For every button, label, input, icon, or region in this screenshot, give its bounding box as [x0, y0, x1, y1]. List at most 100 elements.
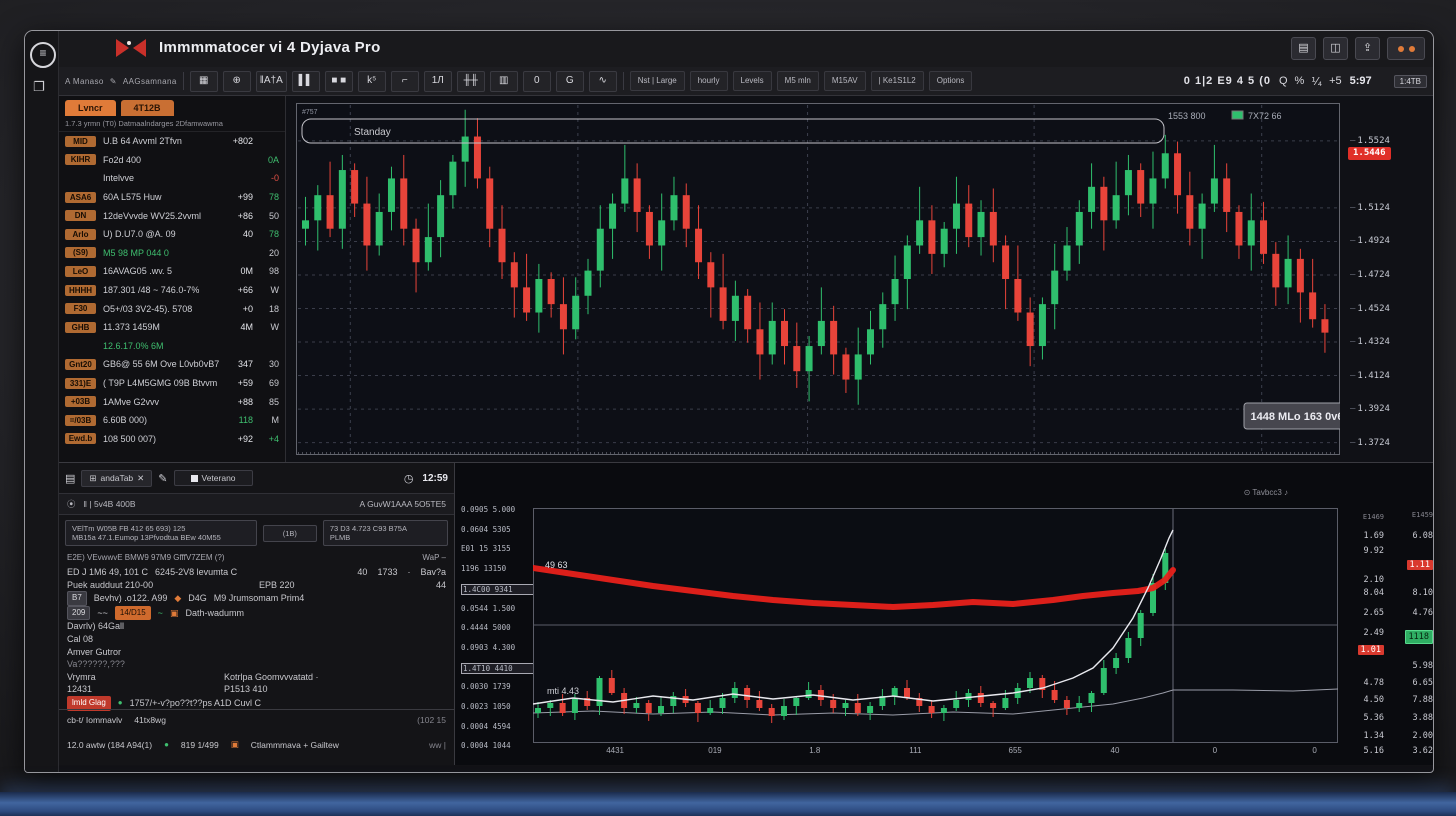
column1-value: E1469 — [1363, 513, 1384, 521]
text-segment: Amver Gutror — [67, 646, 121, 659]
toolbar-right-icon[interactable]: +5 — [1329, 75, 1342, 88]
terminal-row[interactable]: ED J 1M6 49, 101 C6245-2V8 levumta C4017… — [67, 566, 446, 579]
ask-value: 50 — [253, 211, 279, 221]
terminal-header-boxes: VElTm W05B FB 412 65 693) 125 MB15a 47.1… — [59, 515, 454, 551]
radio-icon[interactable]: ⦿ — [67, 498, 76, 510]
row-right-values: 44 — [436, 579, 446, 592]
terminal-row[interactable]: Puek audduut 210-00EPB 22044 — [67, 579, 446, 592]
indicator-bottom-label: 40 — [1111, 746, 1120, 755]
toolbar-right-icon[interactable]: Q — [1279, 75, 1288, 88]
terminal-row[interactable]: 209~~14/D15~▣Dath-wadumm — [67, 606, 446, 621]
status-right: ww | — [429, 740, 446, 750]
close-dot-icon[interactable] — [1409, 46, 1415, 52]
toolbar-icon[interactable]: k⁵ — [358, 71, 386, 92]
toolbar-icon[interactable]: ∿ — [589, 71, 617, 92]
toolbar-button[interactable]: Options — [929, 71, 973, 91]
pencil-icon[interactable]: ✎ — [110, 77, 117, 86]
toolbar-icon[interactable]: ▦ — [190, 71, 218, 92]
pencil-icon[interactable]: ✎ — [158, 472, 167, 485]
terminal-row[interactable]: 12431P1513 410 — [67, 683, 446, 696]
toolbar-button[interactable]: hourly — [690, 71, 728, 91]
market-row[interactable]: Gnt20GB6@ 55 6M Ove L0vb0vB734730 — [59, 355, 285, 374]
terminal-row[interactable]: Va??????,??? — [67, 658, 446, 671]
scale-badge[interactable]: 1:4TB — [1394, 75, 1427, 88]
terminal-row[interactable]: Cal 08 — [67, 633, 446, 646]
veterano-button[interactable]: Veterano — [174, 470, 253, 486]
toolbar-icon[interactable]: ⊕ — [223, 71, 251, 92]
market-row[interactable]: Ewd.b108 500 007)+92+4 — [59, 430, 285, 449]
toolbar-button[interactable]: | Ke1S1L2 — [871, 71, 924, 91]
terminal-row[interactable]: Amver Gutror — [67, 646, 446, 659]
indicator-axis-label: E01 15 3155 — [461, 544, 531, 553]
toolbar-icon[interactable]: G — [556, 71, 584, 92]
orders-header-box[interactable]: VElTm W05B FB 412 65 693) 125 MB15a 47.1… — [65, 520, 257, 546]
menu-icon[interactable]: ≡ — [30, 42, 56, 68]
ask-value: W — [253, 285, 279, 295]
market-row[interactable]: =/03B6.60B 000)118M — [59, 411, 285, 430]
market-row[interactable]: ASA660A L575 Huw+9978 — [59, 188, 285, 207]
toolbar-icon[interactable]: ▥ — [490, 71, 518, 92]
svg-text:7X72 66: 7X72 66 — [1248, 111, 1282, 121]
tab-tick-chart[interactable]: 4T12B — [121, 100, 174, 116]
market-row[interactable]: LeO16AVAG05 .wv. 50M98 — [59, 262, 285, 281]
market-row[interactable]: 12.6.17.0% 6M — [59, 337, 285, 356]
market-row[interactable]: MIDU.B 64 Avvml 2Tfvn+802 — [59, 132, 285, 151]
terminal-row[interactable]: VrymraKotrlpa Goomvvvatatd · — [67, 671, 446, 684]
toolbar-button[interactable]: Nst | Large — [630, 71, 685, 91]
toolbar-label-b[interactable]: AAGsamnana — [123, 77, 177, 86]
toolbar-button[interactable]: M15AV — [824, 71, 866, 91]
titlebar-icon[interactable]: ⇪ — [1355, 37, 1380, 60]
value-column-1: E14691.699.922.108.042.652.491.014.784.5… — [1340, 463, 1384, 765]
tab-trade[interactable]: ‖ | 5v4B 400B — [84, 499, 136, 509]
toolbar-icon[interactable]: ▌▌ — [292, 71, 320, 92]
toolbar-icon[interactable]: ╫╫ — [457, 71, 485, 92]
market-row[interactable]: Intelvve-0 — [59, 169, 285, 188]
close-icon[interactable]: ✕ — [137, 473, 144, 484]
terminal-row[interactable]: Davrlv) 64Gall — [67, 620, 446, 633]
market-row[interactable]: 331)E( T9P L4M5GMG 09B Btvvm+5969 — [59, 374, 285, 393]
price-axis-label: 1.4724 — [1350, 270, 1390, 280]
text-segment: Davrlv) 64Gall — [67, 620, 124, 633]
market-row[interactable]: HHHH187.301 /48 ~ 746.0-7%+66W — [59, 281, 285, 300]
market-row[interactable]: (S9)M5 98 MP 044 020 — [59, 244, 285, 263]
column1-value: 1.01 — [1358, 645, 1384, 655]
toolbar-button[interactable]: Levels — [733, 71, 772, 91]
price-axis[interactable]: 1.55241.51241.49241.47241.45241.43241.41… — [1342, 103, 1428, 455]
period-buttons[interactable]: 0 1|2 E9 4 5 (0 — [1184, 75, 1271, 87]
market-row[interactable]: ArloU) D.U7.0 @A. 094078 — [59, 225, 285, 244]
dot-green-segment: ● — [118, 697, 123, 710]
market-row[interactable]: DN12deVvvde WV25.2vvml+8650 — [59, 206, 285, 225]
market-row[interactable]: F30O5+/03 3V2-45). 5708+018 — [59, 299, 285, 318]
toolbar-button[interactable]: M5 mln — [777, 71, 819, 91]
window-controls[interactable] — [1387, 37, 1425, 60]
toolbar-icon[interactable]: ‖A†A — [256, 71, 287, 92]
separator — [183, 72, 184, 90]
indicator-chart[interactable]: 49 63mti 4.43 — [533, 508, 1338, 743]
candlestick-chart[interactable]: Standay#7571553 8007X72 661448 MLo 163 0… — [296, 103, 1340, 455]
titlebar-icon[interactable]: ▤ — [1291, 37, 1316, 60]
chip-grey-segment: 209 — [67, 606, 90, 621]
toolbar-right-icon[interactable]: ⅟₄ — [1311, 75, 1322, 88]
toolbar-icon[interactable]: 0 — [523, 71, 551, 92]
toolbar-label-a[interactable]: A Manaso — [65, 77, 104, 86]
terminal-row[interactable]: B7Bevhv) .o122. A99◆D4GM9 Jrumsomam Prim… — [67, 591, 446, 606]
toolbar-icon[interactable]: ■ ■ — [325, 71, 353, 92]
window-restore-icon[interactable]: ❐ — [33, 79, 45, 95]
column2-value: E1459 — [1412, 511, 1433, 519]
toolbar-right-icon[interactable]: % — [1295, 75, 1305, 88]
tab-button[interactable]: ⊞andaTab✕ — [81, 470, 152, 487]
text-segment: Cal 08 — [67, 633, 93, 646]
balance-box[interactable]: 73 D3 4.723 C93 B75A PLMB — [323, 520, 448, 546]
toolbar-icon[interactable]: ⌐ — [391, 71, 419, 92]
market-row[interactable]: KIHRFo2d 4000A — [59, 151, 285, 170]
market-row[interactable]: +03B1AMve G2vvv+8885 — [59, 392, 285, 411]
tab-symbols[interactable]: Lvncr — [65, 100, 116, 116]
market-row[interactable]: GHB11.373 1459M4MW — [59, 318, 285, 337]
titlebar-icon[interactable]: ◫ — [1323, 37, 1348, 60]
column2-value: 6.65 — [1413, 678, 1433, 688]
minimize-dot-icon[interactable] — [1398, 46, 1404, 52]
layout-grid-icon[interactable]: ▤ — [65, 472, 75, 485]
tab-account-history[interactable]: A GuvW1AAA 5O5TE5 — [360, 499, 446, 509]
column2-value: 6.08 — [1413, 531, 1433, 541]
toolbar-icon[interactable]: 1Л — [424, 71, 452, 92]
